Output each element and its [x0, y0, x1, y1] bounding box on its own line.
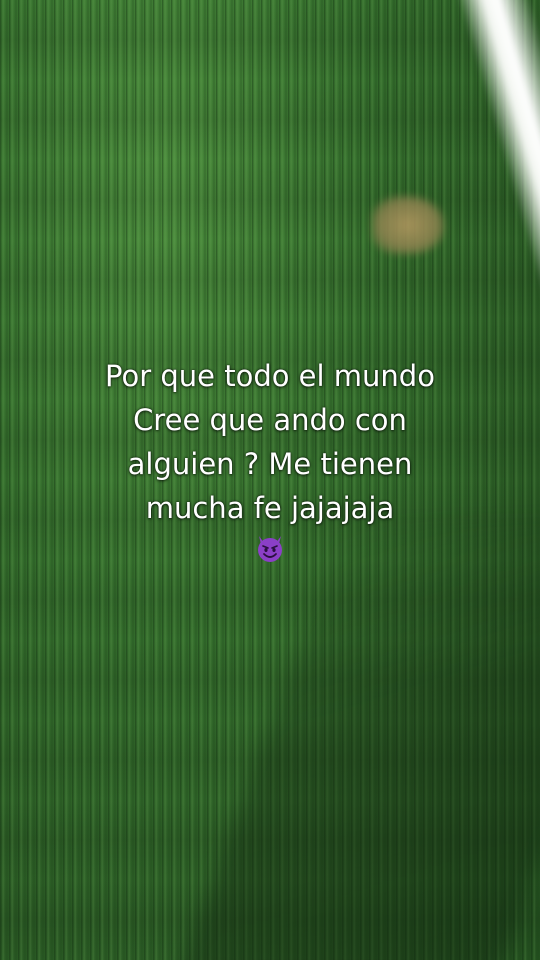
- dirt-patch: [372, 196, 444, 254]
- caption-line-1: Por que todo el mundo: [105, 359, 435, 393]
- video-frame: Por que todo el mundo Cree que ando con …: [0, 0, 540, 960]
- smiling-devil-icon: [258, 536, 282, 562]
- caption-line-4: mucha fe jajajaja: [145, 491, 395, 525]
- caption-line-3: alguien ? Me tienen: [127, 447, 413, 481]
- shadow-area: [176, 520, 540, 960]
- caption-line-2: Cree que ando con: [133, 403, 407, 437]
- field-line: [457, 0, 540, 304]
- caption-text: Por que todo el mundo Cree que ando con …: [50, 354, 490, 564]
